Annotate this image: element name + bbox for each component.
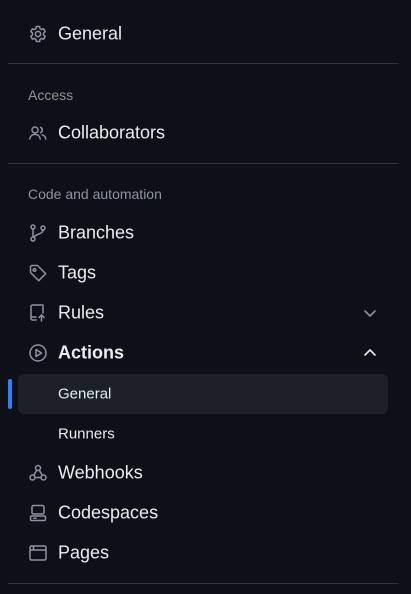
sidebar-item-label: Rules [58, 302, 105, 323]
sidebar-item-label: Codespaces [58, 502, 159, 523]
settings-sidebar-nav: General Access Collaborators Code and au… [0, 0, 411, 594]
sidebar-item-label: Collaborators [58, 122, 166, 143]
section-heading-access: Access [28, 87, 74, 103]
sidebar-item-webhooks[interactable]: Webhooks [18, 453, 388, 493]
sidebar-item-branches[interactable]: Branches [18, 213, 388, 253]
tag-icon [28, 263, 48, 283]
section-divider [8, 583, 398, 584]
play-icon [28, 343, 48, 363]
webhook-icon [28, 463, 48, 483]
sidebar-item-pages[interactable]: Pages [18, 533, 388, 573]
sidebar-item-label: Webhooks [58, 462, 143, 483]
sidebar-item-label: General [58, 23, 123, 44]
sidebar-subitem-actions-runners[interactable]: Runners [18, 414, 388, 454]
sidebar-item-general[interactable]: General [18, 14, 388, 54]
repo-push-icon [28, 303, 48, 323]
codespaces-icon [28, 503, 48, 523]
sidebar-item-label: General [58, 385, 112, 403]
chevron-down-icon[interactable] [362, 305, 378, 321]
sidebar-item-actions[interactable]: Actions [18, 333, 388, 373]
chevron-up-icon[interactable] [362, 345, 378, 361]
gear-icon [28, 24, 48, 44]
sidebar-item-codespaces[interactable]: Codespaces [18, 493, 388, 533]
active-indicator [8, 379, 12, 409]
sidebar-item-label: Runners [58, 425, 115, 443]
sidebar-subitem-actions-general[interactable]: General [18, 374, 388, 414]
section-divider [8, 163, 398, 164]
sidebar-item-label: Tags [58, 262, 97, 283]
git-branch-icon [28, 223, 48, 243]
sidebar-item-label: Actions [58, 342, 125, 363]
sidebar-item-label: Pages [58, 542, 110, 563]
section-divider [8, 63, 398, 64]
people-icon [28, 123, 48, 143]
sidebar-item-label: Branches [58, 222, 135, 243]
sidebar-item-collaborators[interactable]: Collaborators [18, 113, 388, 153]
browser-icon [28, 543, 48, 563]
sidebar-item-tags[interactable]: Tags [18, 253, 388, 293]
sidebar-item-rules[interactable]: Rules [18, 293, 388, 333]
section-heading-code-and-automation: Code and automation [28, 186, 162, 202]
